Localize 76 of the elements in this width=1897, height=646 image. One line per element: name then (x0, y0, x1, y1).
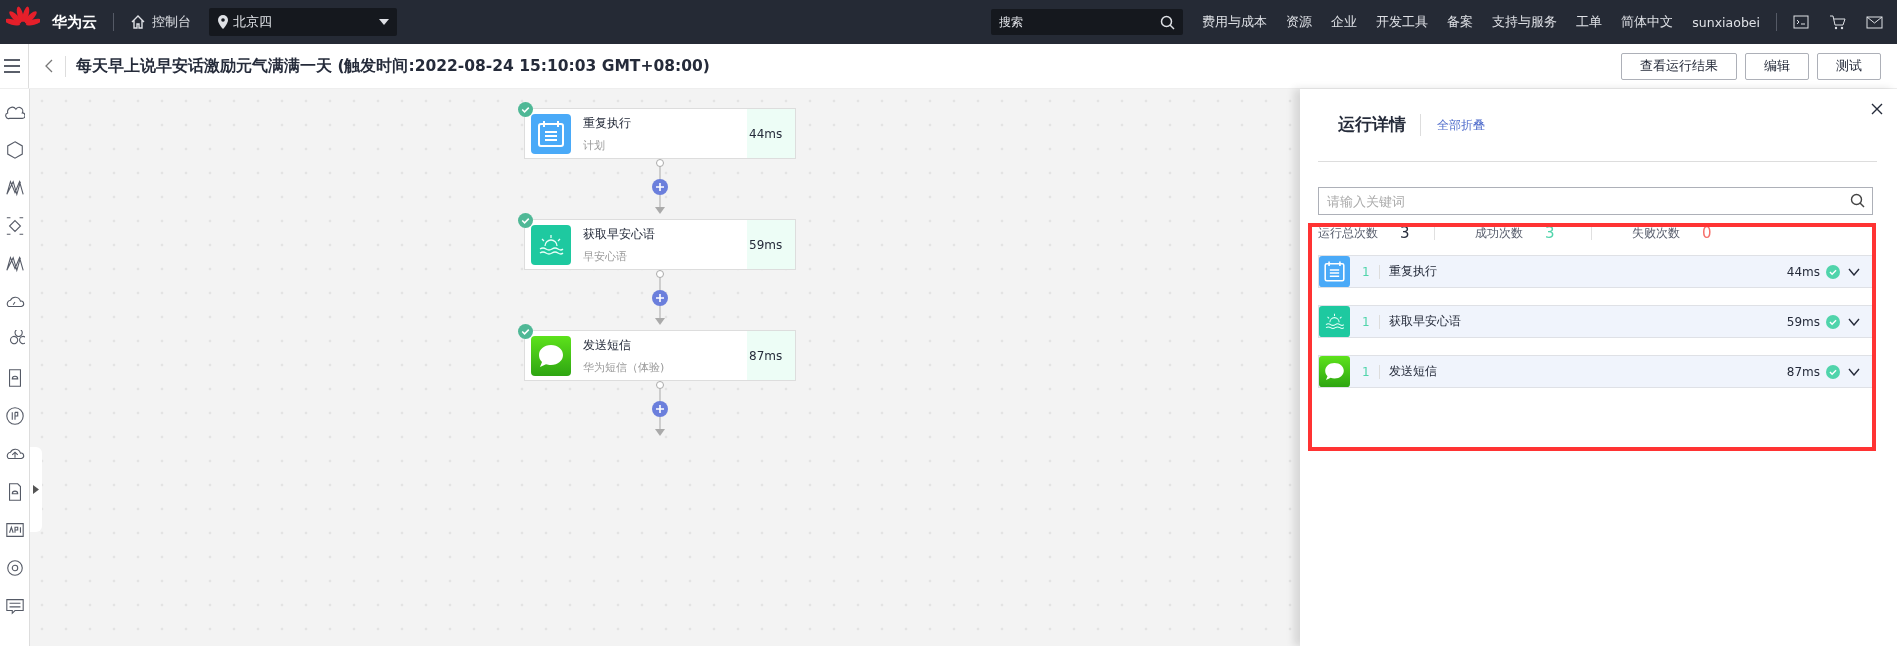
stat-label: 失败次数 (1632, 224, 1680, 242)
row-index: 1 (1362, 314, 1380, 329)
row-duration: 87ms (1786, 364, 1820, 379)
target-icon[interactable] (4, 558, 25, 578)
location-pin-icon (217, 15, 229, 29)
close-icon[interactable] (1871, 103, 1883, 115)
sunrise-icon (531, 224, 571, 265)
nav-link[interactable]: 开发工具 (1376, 13, 1429, 31)
console-link[interactable]: 控制台 (130, 13, 191, 31)
cart-icon[interactable] (1829, 14, 1846, 30)
nav-link[interactable]: 工单 (1576, 13, 1603, 31)
row-duration: 44ms (1786, 264, 1820, 279)
flow-node[interactable]: 重复执行 计划 44ms (524, 108, 796, 159)
node-duration: 87ms (747, 331, 795, 380)
row-name: 重复执行 (1388, 263, 1438, 280)
run-row[interactable]: 1 发送短信 87ms (1318, 355, 1873, 388)
flow-node[interactable]: 获取早安心语 早安心语 59ms (524, 219, 796, 270)
keyword-search-field[interactable]: 请输入关键词 (1318, 187, 1873, 215)
node-duration: 44ms (747, 109, 795, 158)
calendar-icon (1319, 256, 1350, 287)
search-field[interactable]: 搜索 (991, 9, 1184, 35)
diamond-icon[interactable] (4, 216, 25, 236)
stat-label: 成功次数 (1475, 224, 1523, 242)
chevron-icon[interactable] (1848, 317, 1860, 326)
calendar-icon (531, 113, 571, 154)
caret-icon[interactable] (33, 485, 39, 494)
mail-icon[interactable] (1866, 15, 1883, 29)
message-icon[interactable] (4, 596, 25, 616)
run-row[interactable]: 1 重复执行 44ms (1318, 255, 1873, 288)
chat-bubble-icon (531, 335, 571, 376)
user-name[interactable]: sunxiaobei (1692, 14, 1760, 30)
node-subtitle: 华为短信（体验) (583, 359, 666, 375)
caret-icon[interactable] (379, 19, 389, 25)
row-name: 获取早安心语 (1388, 313, 1462, 330)
brand-name[interactable]: 华为云 (52, 12, 97, 32)
search-icon[interactable] (1160, 14, 1176, 30)
chevron-icon[interactable] (1848, 267, 1860, 276)
zigzag-icon[interactable] (4, 178, 25, 198)
flow-node[interactable]: 发送短信 华为短信（体验) 87ms (524, 330, 796, 381)
search-icon[interactable] (1850, 193, 1865, 208)
node-title: 获取早安心语 (583, 225, 656, 243)
row-name: 发送短信 (1388, 363, 1438, 380)
nav-link[interactable]: 企业 (1331, 13, 1358, 31)
terminal-icon[interactable] (1793, 15, 1809, 29)
run-row[interactable]: 1 获取早安心语 59ms (1318, 305, 1873, 338)
home-icon[interactable] (130, 14, 146, 30)
nav-link[interactable]: 费用与成本 (1202, 13, 1268, 31)
stat-label: 运行总次数 (1318, 224, 1378, 242)
nav-link[interactable]: 简体中文 (1621, 13, 1674, 31)
page-title: 每天早上说早安话激励元气满满一天 (触发时间:2022-08-24 15:10:03 GMT+08:00) (65, 55, 710, 77)
header-button[interactable]: 查看运行结果 (1621, 52, 1737, 80)
nav-link[interactable]: 资源 (1286, 13, 1313, 31)
nav-link[interactable]: 备案 (1447, 13, 1474, 31)
header-button[interactable]: 测试 (1817, 52, 1881, 80)
sunrise-icon (1319, 306, 1350, 337)
nav-link[interactable]: 支持与服务 (1492, 13, 1558, 31)
header-button[interactable]: 编辑 (1745, 52, 1809, 80)
row-index: 1 (1362, 364, 1380, 379)
hexagon-icon[interactable] (4, 140, 25, 160)
zigzag-icon[interactable] (4, 254, 25, 274)
menu-icon[interactable] (4, 59, 20, 73)
panel-title: 运行详情 (1338, 114, 1421, 136)
expand-tab[interactable] (30, 447, 42, 532)
collapse-all-link[interactable]: 全部折叠 (1437, 116, 1485, 134)
region-select[interactable]: 北京四 (209, 8, 397, 36)
row-duration: 59ms (1786, 314, 1820, 329)
node-subtitle: 早安心语 (583, 248, 628, 264)
screen-icon[interactable] (4, 520, 25, 540)
row-index: 1 (1362, 264, 1380, 279)
chat-bubble-icon (1319, 356, 1350, 387)
back-icon[interactable] (45, 59, 53, 73)
node-title: 重复执行 (583, 114, 632, 132)
node-duration: 59ms (747, 220, 795, 269)
node-title: 发送短信 (583, 336, 632, 354)
node-subtitle: 计划 (583, 137, 606, 153)
chevron-icon[interactable] (1848, 367, 1860, 376)
